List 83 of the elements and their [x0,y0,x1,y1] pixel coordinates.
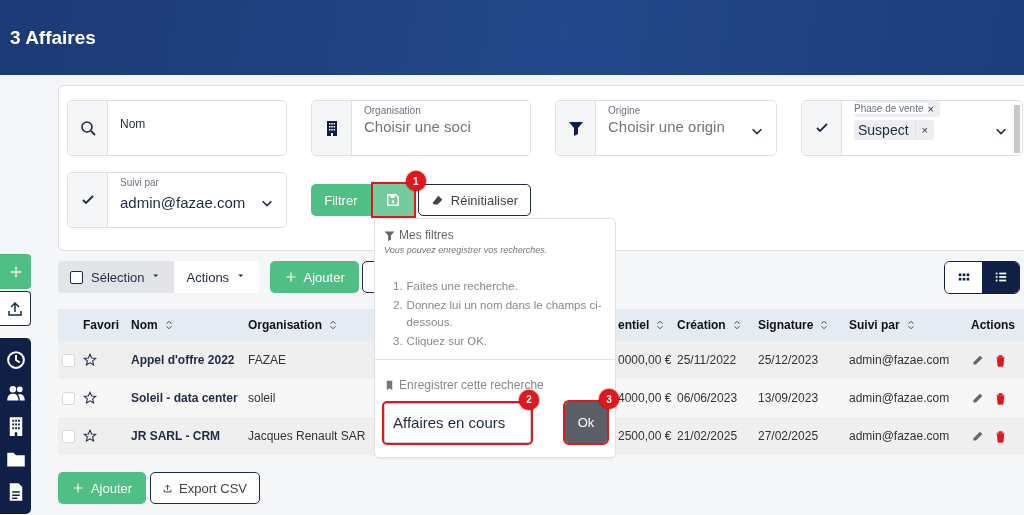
sort-icon [163,320,174,330]
checkbox[interactable] [70,270,83,284]
clock-icon[interactable] [5,350,26,371]
sales-phase-field[interactable]: Phase de vente × Suspect × [801,100,1023,156]
column-header[interactable]: Organisation [245,309,371,341]
export-csv-button[interactable]: Export CSV [150,472,260,504]
eraser-icon [430,193,444,207]
filter-name-field[interactable]: Affaires en cours [384,402,531,443]
step-number: 2. [393,298,403,313]
table-cell: admin@fazae.com [845,417,965,455]
table-cell: Jacques Renault SAR [245,417,371,455]
table-cell: 25/11/2022 [674,341,752,379]
pencil-icon[interactable] [971,429,984,443]
grid-view-button[interactable] [945,261,982,293]
sort-icon [655,320,666,330]
bookmark-icon [384,379,395,391]
field-label: Nom [120,117,147,131]
column-header[interactable]: Actions [965,309,1024,341]
upload-icon [7,300,23,317]
column-header[interactable]: Nom [128,309,245,341]
save-filter-button[interactable] [372,184,414,216]
table-cell: Appel d'offre 2022 [128,341,245,379]
row-checkbox[interactable] [62,391,75,405]
name-field[interactable]: Nom [67,100,287,156]
trash-icon[interactable] [994,353,1007,367]
plus-icon [8,264,23,279]
actions-dropdown[interactable]: Actions [174,261,260,293]
page-title: 3 Affaires [10,26,96,49]
sort-icon [328,320,338,330]
star-icon[interactable] [83,391,97,405]
upload-button[interactable] [0,291,31,326]
field-label: Organisation [364,105,422,116]
ok-button[interactable]: Ok [565,402,607,443]
column-header[interactable]: Signature [752,309,845,341]
sort-icon [905,320,916,330]
origin-field[interactable]: Origine Choisir une origin [555,100,777,156]
table-cell: FAZAE [245,341,371,379]
step-number: 1. [393,279,403,294]
star-icon[interactable] [83,353,97,367]
field-label: Origine [608,105,642,116]
users-icon[interactable] [5,383,26,404]
selection-dropdown[interactable]: Sélection [58,261,175,293]
step-text: Faites une recherche. [406,279,518,294]
list-icon [993,270,1008,284]
scrollbar[interactable] [1014,105,1020,153]
plus-icon [284,271,297,283]
search-icon [79,120,96,136]
plus-icon [71,482,84,494]
step-number-badge: 2 [519,389,539,410]
remove-tag[interactable]: × [915,124,935,136]
step-number-badge: 3 [599,389,619,409]
table-cell: 21/02/2025 [674,417,752,455]
table-cell: 25/12/2023 [752,341,845,379]
step-number-badge: 1 [405,171,426,191]
organisation-field[interactable]: Organisation Choisir une soci [311,100,531,156]
popover-title: Mes filtres [399,228,454,242]
sort-icon [819,320,830,330]
trash-icon[interactable] [994,391,1007,405]
table-cell: 27/02/2025 [752,417,845,455]
pencil-icon[interactable] [971,353,984,367]
filter-icon [384,229,395,241]
table-cell: JR SARL - CRM [128,417,245,455]
column-header[interactable]: Suivi par [845,309,965,341]
row-checkbox[interactable] [62,353,75,367]
column-header[interactable]: Création [674,309,752,341]
tag-chip: Suspect × [854,120,935,140]
table-cell: admin@fazae.com [845,341,965,379]
sort-icon [731,320,742,330]
reset-button[interactable]: Réinitialiser [417,184,531,216]
star-icon[interactable] [83,429,97,443]
list-view-button[interactable] [982,261,1019,293]
field-label: Suivi par [120,177,160,188]
hint-text: Vous pouvez enregistrer vos recherches. [383,244,549,255]
row-checkbox[interactable] [62,429,75,443]
pencil-icon[interactable] [971,391,984,405]
followed-by-field[interactable]: Suivi par admin@fazae.com [67,172,287,228]
trash-icon[interactable] [994,429,1007,443]
section-label: Enregistrer cette recherche [399,378,544,392]
save-icon [386,193,401,207]
field-value: admin@fazae.com [120,194,246,211]
step-text: Donnez lui un nom dans le champs ci-dessous. [406,298,603,330]
filter-icon [567,120,584,136]
column-header[interactable]: Favori [80,309,128,341]
